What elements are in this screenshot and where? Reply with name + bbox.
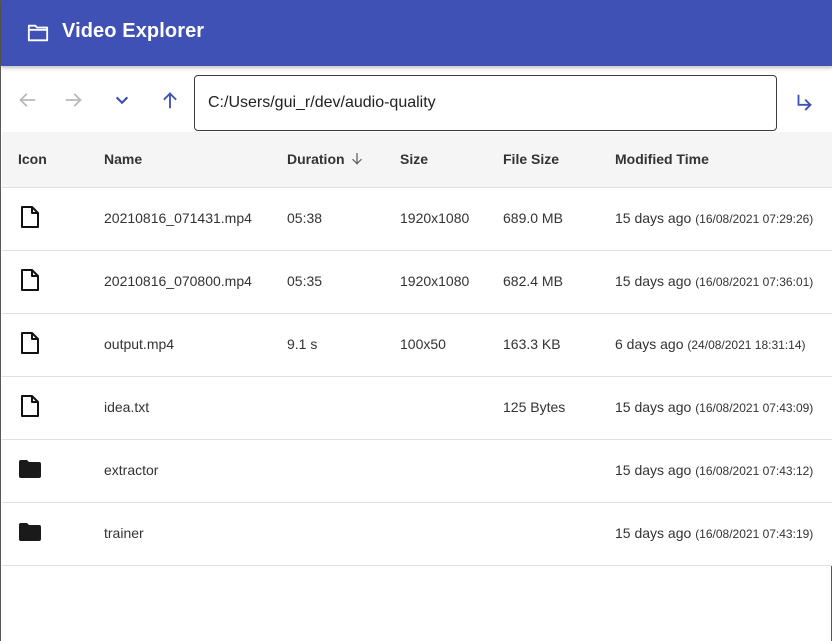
row-modified-absolute: (16/08/2021 07:43:12) [695, 464, 814, 478]
row-modified-time: 6 days ago (24/08/2021 18:31:14) [615, 336, 806, 352]
file-icon [21, 269, 39, 291]
row-modified-time: 15 days ago (16/08/2021 07:29:26) [615, 210, 813, 226]
parent-directory-button[interactable] [153, 83, 187, 117]
path-input[interactable] [208, 94, 776, 112]
chevron-down-icon [115, 96, 129, 105]
column-header-duration-label: Duration [287, 151, 345, 167]
column-header-file-size[interactable]: File Size [503, 151, 559, 167]
row-modified-relative: 15 days ago [615, 525, 692, 541]
row-modified-relative: 15 days ago [615, 273, 692, 289]
row-resolution: 1920x1080 [400, 273, 470, 289]
subdirectory-arrow-right-icon [797, 94, 812, 111]
column-header-name[interactable]: Name [104, 151, 142, 167]
path-field[interactable] [194, 75, 777, 131]
arrow-down-icon [351, 153, 362, 165]
navigation-toolbar [1, 66, 832, 132]
row-name: output.mp4 [104, 336, 175, 352]
file-icon [21, 206, 39, 228]
row-modified-time: 15 days ago (16/08/2021 07:43:09) [615, 399, 813, 415]
file-icon [21, 332, 39, 354]
row-modified-absolute: (16/08/2021 07:43:19) [695, 527, 814, 541]
column-header-duration[interactable]: Duration [287, 151, 365, 167]
row-duration: 9.1 s [287, 336, 318, 352]
folder-icon [19, 460, 41, 478]
app-window: Video Explorer C:/Users/gui_r/dev/audio-… [0, 0, 832, 641]
row-name: trainer [104, 525, 144, 541]
row-modified-time: 15 days ago (16/08/2021 07:43:12) [615, 462, 813, 478]
row-modified-absolute: (16/08/2021 07:36:01) [695, 275, 814, 289]
table-row[interactable]: extractor 15 days ago (16/08/2021 07:43:1… [2, 440, 832, 503]
forward-button[interactable] [57, 83, 91, 117]
row-modified-relative: 15 days ago [615, 462, 692, 478]
table-row[interactable]: 20210816_070800.mp4 05:35 1920x1080 682.4 M… [2, 251, 832, 314]
arrow-right-icon [65, 93, 82, 107]
row-file-size: 682.4 MB [503, 273, 563, 289]
row-modified-time: 15 days ago (16/08/2021 07:43:19) [615, 525, 813, 541]
arrow-up-icon [163, 92, 177, 109]
app-title: Video Explorer [62, 20, 205, 42]
row-duration: 05:38 [287, 210, 323, 226]
row-modified-absolute: (24/08/2021 18:31:14) [687, 338, 806, 352]
table-row[interactable]: trainer 15 days ago (16/08/2021 07:43:19) [2, 503, 832, 566]
table-row[interactable]: 20210816_071431.mp4 05:38 1920x1080 689.0 M… [2, 188, 832, 251]
row-resolution: 1920x1080 [400, 210, 470, 226]
table-row[interactable]: output.mp4 9.1 s 100x50 163.3 KB 6 days ago … [2, 314, 832, 377]
row-file-size: 125 Bytes [503, 399, 566, 415]
row-name: 20210816_071431.mp4 [104, 210, 252, 226]
column-header-size[interactable]: Size [400, 151, 428, 167]
table-header: Icon Name Duration Size File Size Modifi… [2, 132, 832, 188]
back-button[interactable] [10, 83, 44, 117]
file-list: 20210816_071431.mp4 05:38 1920x1080 689.0 M… [2, 188, 832, 566]
row-modified-absolute: (16/08/2021 07:29:26) [695, 212, 814, 226]
row-modified-relative: 15 days ago [615, 399, 692, 415]
arrow-left-icon [19, 93, 36, 107]
row-modified-time: 15 days ago (16/08/2021 07:36:01) [615, 273, 813, 289]
row-modified-relative: 15 days ago [615, 210, 692, 226]
history-dropdown-button[interactable] [105, 83, 139, 117]
file-icon [21, 395, 39, 417]
row-name: 20210816_070800.mp4 [104, 273, 252, 289]
row-file-size: 163.3 KB [503, 336, 561, 352]
row-name: idea.txt [104, 399, 150, 415]
row-resolution: 100x50 [400, 336, 446, 352]
app-bar: Video Explorer [1, 0, 832, 66]
row-modified-absolute: (16/08/2021 07:43:09) [695, 401, 814, 415]
folder-outline-icon [27, 24, 49, 42]
table-row[interactable]: idea.txt 125 Bytes 15 days ago (16/08/2021… [2, 377, 832, 440]
folder-icon [19, 523, 41, 541]
row-name: extractor [104, 462, 159, 478]
row-file-size: 689.0 MB [503, 210, 563, 226]
row-modified-relative: 6 days ago [615, 336, 684, 352]
column-header-icon[interactable]: Icon [18, 151, 47, 167]
row-duration: 05:35 [287, 273, 323, 289]
column-header-modified-time[interactable]: Modified Time [615, 151, 709, 167]
go-button[interactable] [787, 86, 821, 120]
